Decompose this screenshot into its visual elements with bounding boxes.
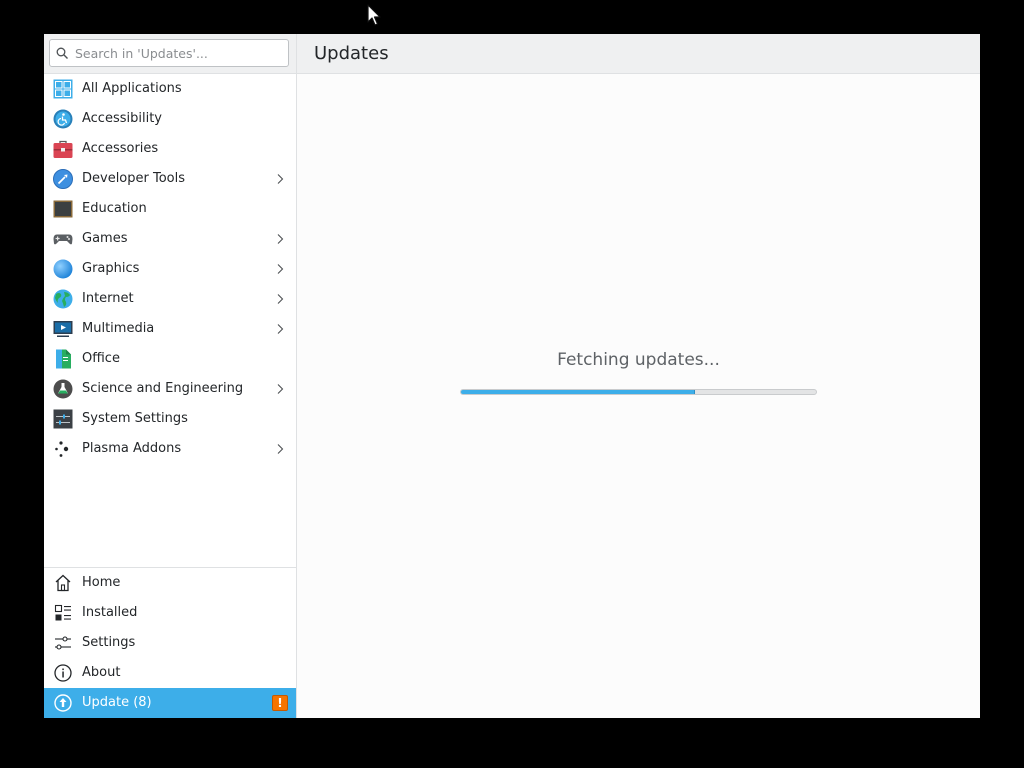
installed-icon [54, 604, 71, 621]
category-system-settings[interactable]: System Settings [44, 404, 296, 434]
games-icon [53, 234, 73, 245]
category-accessibility[interactable]: Accessibility [44, 104, 296, 134]
sidebar: All Applications Accessibility [44, 34, 297, 718]
nav-about-label: About [82, 665, 121, 680]
education-icon [53, 200, 73, 218]
search-field[interactable] [49, 39, 289, 67]
nav-settings[interactable]: Settings [44, 628, 296, 658]
category-internet[interactable]: Internet [44, 284, 296, 314]
home-icon [55, 574, 71, 592]
category-label: Education [82, 201, 147, 216]
category-accessories[interactable]: Accessories [44, 134, 296, 164]
main-content: Fetching updates... [297, 74, 980, 718]
category-label: Graphics [82, 261, 140, 276]
page-header: Updates [297, 34, 980, 74]
chevron-right-icon [277, 234, 284, 244]
progress-bar-fill [461, 390, 696, 394]
page-title: Updates [314, 43, 389, 64]
science-icon [53, 379, 73, 399]
internet-icon [53, 289, 73, 309]
mouse-cursor-icon [367, 4, 381, 26]
category-plasma-addons[interactable]: Plasma Addons [44, 434, 296, 464]
discover-window: All Applications Accessibility [44, 34, 980, 718]
category-label: Science and Engineering [82, 381, 244, 396]
nav-home[interactable]: Home [44, 568, 296, 598]
accessibility-icon [53, 109, 73, 129]
bottom-navigation: Home Installed Settings About Update (8)… [44, 567, 296, 718]
category-label: Developer Tools [82, 171, 186, 186]
nav-update-label: Update (8) [82, 695, 152, 710]
category-office[interactable]: Office [44, 344, 296, 374]
category-label: Office [82, 351, 120, 366]
status-text: Fetching updates... [557, 350, 720, 370]
category-education[interactable]: Education [44, 194, 296, 224]
accessories-icon [53, 140, 73, 158]
category-games[interactable]: Games [44, 224, 296, 254]
nav-about[interactable]: About [44, 658, 296, 688]
category-graphics[interactable]: Graphics [44, 254, 296, 284]
category-label: Accessibility [82, 111, 162, 126]
system-settings-icon [53, 409, 73, 429]
category-developer-tools[interactable]: Developer Tools [44, 164, 296, 194]
nav-installed[interactable]: Installed [44, 598, 296, 628]
office-icon [56, 349, 71, 369]
category-list: All Applications Accessibility Accessori… [44, 74, 296, 464]
multimedia-icon [53, 321, 73, 337]
category-label: Games [82, 231, 128, 246]
category-label: All Applications [82, 81, 182, 96]
settings-icon [55, 636, 71, 650]
nav-settings-label: Settings [82, 635, 136, 650]
all-applications-icon [53, 79, 73, 99]
update-warning-badge: ! [272, 695, 288, 711]
chevron-right-icon [277, 384, 284, 394]
search-icon [56, 47, 68, 59]
category-label: Plasma Addons [82, 441, 182, 456]
chevron-right-icon [277, 444, 284, 454]
chevron-right-icon [277, 324, 284, 334]
category-label: Multimedia [82, 321, 155, 336]
nav-installed-label: Installed [82, 605, 138, 620]
chevron-right-icon [277, 294, 284, 304]
update-icon [54, 694, 72, 712]
category-label: Accessories [82, 141, 159, 156]
category-multimedia[interactable]: Multimedia [44, 314, 296, 344]
nav-home-label: Home [82, 575, 121, 590]
developer-tools-icon [53, 169, 73, 189]
search-bar [44, 34, 296, 74]
category-label: Internet [82, 291, 134, 306]
graphics-icon [53, 259, 73, 279]
nav-update[interactable]: Update (8) ! [44, 688, 296, 718]
chevron-right-icon [277, 174, 284, 184]
category-label: System Settings [82, 411, 188, 426]
category-all-applications[interactable]: All Applications [44, 74, 296, 104]
search-input[interactable] [75, 45, 275, 61]
about-icon [54, 664, 72, 682]
chevron-right-icon [277, 264, 284, 274]
category-science-and-engineering[interactable]: Science and Engineering [44, 374, 296, 404]
progress-bar [460, 389, 817, 395]
plasma-addons-icon [55, 441, 69, 457]
